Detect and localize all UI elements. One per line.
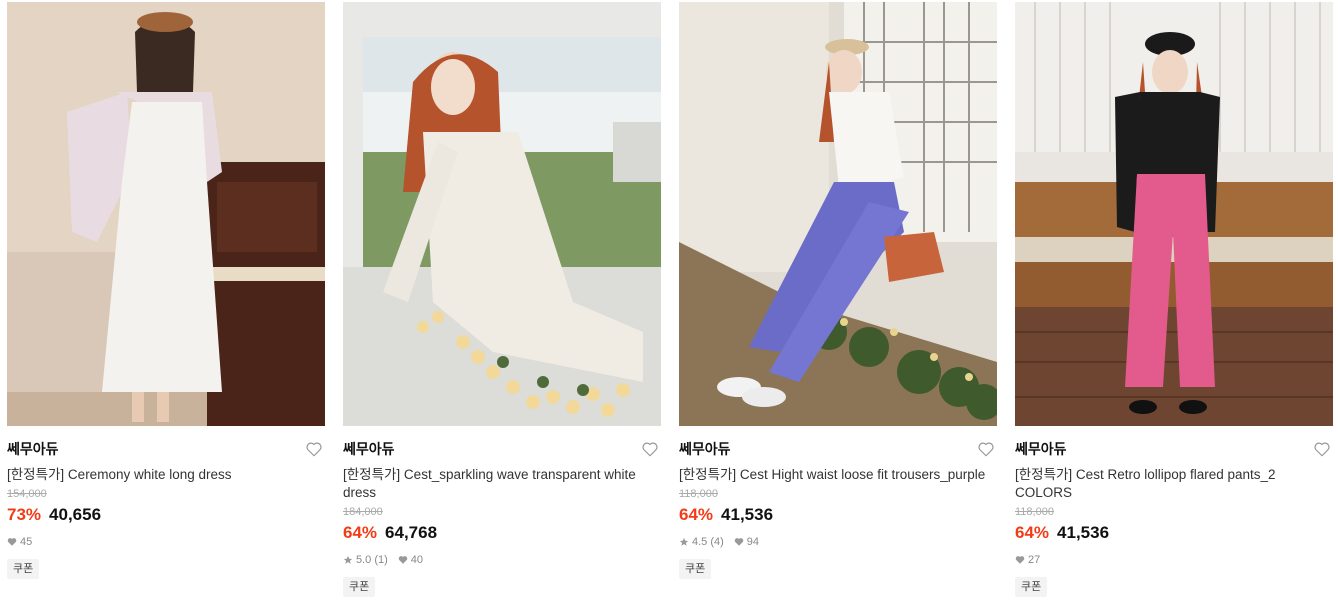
coupon-badge: 쿠폰 <box>1015 577 1048 597</box>
discount-rate: 64% <box>343 523 378 542</box>
product-image[interactable] <box>1015 2 1333 426</box>
brand-name[interactable]: 쎄무아듀 <box>7 440 325 458</box>
discount-rate: 73% <box>7 505 42 524</box>
rating: 5.0 (1) <box>343 552 388 568</box>
heart-icon[interactable] <box>305 440 323 458</box>
product-meta: 4.5 (4) 94 <box>679 534 997 550</box>
discount-rate: 64% <box>679 505 714 524</box>
heart-small-icon <box>398 556 408 564</box>
price-row: 64% 64,768 <box>343 522 661 544</box>
product-card[interactable]: 쎄무아듀 [한정특가] Cest Hight waist loose fit t… <box>679 2 997 579</box>
likes: 27 <box>1015 552 1040 568</box>
discount-rate: 64% <box>1015 523 1050 542</box>
star-icon <box>679 537 689 546</box>
coupon-badge: 쿠폰 <box>7 559 40 579</box>
heart-small-icon <box>1015 556 1025 564</box>
rating-value: 4.5 (4) <box>692 536 724 548</box>
original-price: 118,000 <box>679 488 718 500</box>
likes-count: 40 <box>410 554 424 566</box>
price-row: 64% 41,536 <box>679 504 997 526</box>
product-card[interactable]: 쎄무아듀 [한정특가] Ceremony white long dress 15… <box>7 2 325 579</box>
coupon-badge: 쿠폰 <box>679 559 712 579</box>
product-meta: 5.0 (1) 40 <box>343 552 661 568</box>
heart-icon[interactable] <box>641 440 659 458</box>
original-price: 184,000 <box>343 506 383 518</box>
sale-price: 41,536 <box>721 505 774 524</box>
original-price: 118,000 <box>1015 506 1054 518</box>
product-image[interactable] <box>679 2 997 426</box>
sale-price: 41,536 <box>1057 523 1110 542</box>
likes-count: 27 <box>1028 554 1041 566</box>
likes: 40 <box>398 552 423 568</box>
product-meta: 27 <box>1015 552 1333 568</box>
likes: 94 <box>734 534 759 550</box>
product-card[interactable]: 쎄무아듀 [한정특가] Cest Retro lollipop flared p… <box>1015 2 1333 597</box>
product-title[interactable]: [한정특가] Cest_sparkling wave transparent w… <box>343 466 653 502</box>
original-price: 154,000 <box>7 488 47 500</box>
product-card[interactable]: 쎄무아듀 [한정특가] Cest_sparkling wave transpar… <box>343 2 661 597</box>
product-meta: 45 <box>7 534 325 550</box>
sale-price: 40,656 <box>49 505 102 524</box>
product-title[interactable]: [한정특가] Cest Hight waist loose fit trouse… <box>679 466 989 484</box>
brand-name[interactable]: 쎄무아듀 <box>679 440 997 458</box>
likes: 45 <box>7 534 32 550</box>
product-grid: 쎄무아듀 [한정특가] Ceremony white long dress 15… <box>0 0 1338 606</box>
product-title[interactable]: [한정특가] Cest Retro lollipop flared pants_… <box>1015 466 1325 502</box>
heart-icon[interactable] <box>977 440 995 458</box>
price-row: 64% 41,536 <box>1015 522 1333 544</box>
rating-value: 5.0 (1) <box>356 554 388 566</box>
product-title[interactable]: [한정특가] Ceremony white long dress <box>7 466 317 484</box>
star-icon <box>343 555 353 564</box>
price-row: 73% 40,656 <box>7 504 325 526</box>
rating: 4.5 (4) <box>679 534 724 550</box>
product-image[interactable] <box>7 2 325 426</box>
heart-small-icon <box>7 538 17 546</box>
product-image[interactable] <box>343 2 661 426</box>
likes-count: 45 <box>20 536 33 548</box>
heart-icon[interactable] <box>1313 440 1331 458</box>
brand-name[interactable]: 쎄무아듀 <box>343 440 661 458</box>
likes-count: 94 <box>746 536 760 548</box>
coupon-badge: 쿠폰 <box>343 577 376 597</box>
brand-name[interactable]: 쎄무아듀 <box>1015 440 1333 458</box>
sale-price: 64,768 <box>385 523 438 542</box>
heart-small-icon <box>734 538 744 546</box>
